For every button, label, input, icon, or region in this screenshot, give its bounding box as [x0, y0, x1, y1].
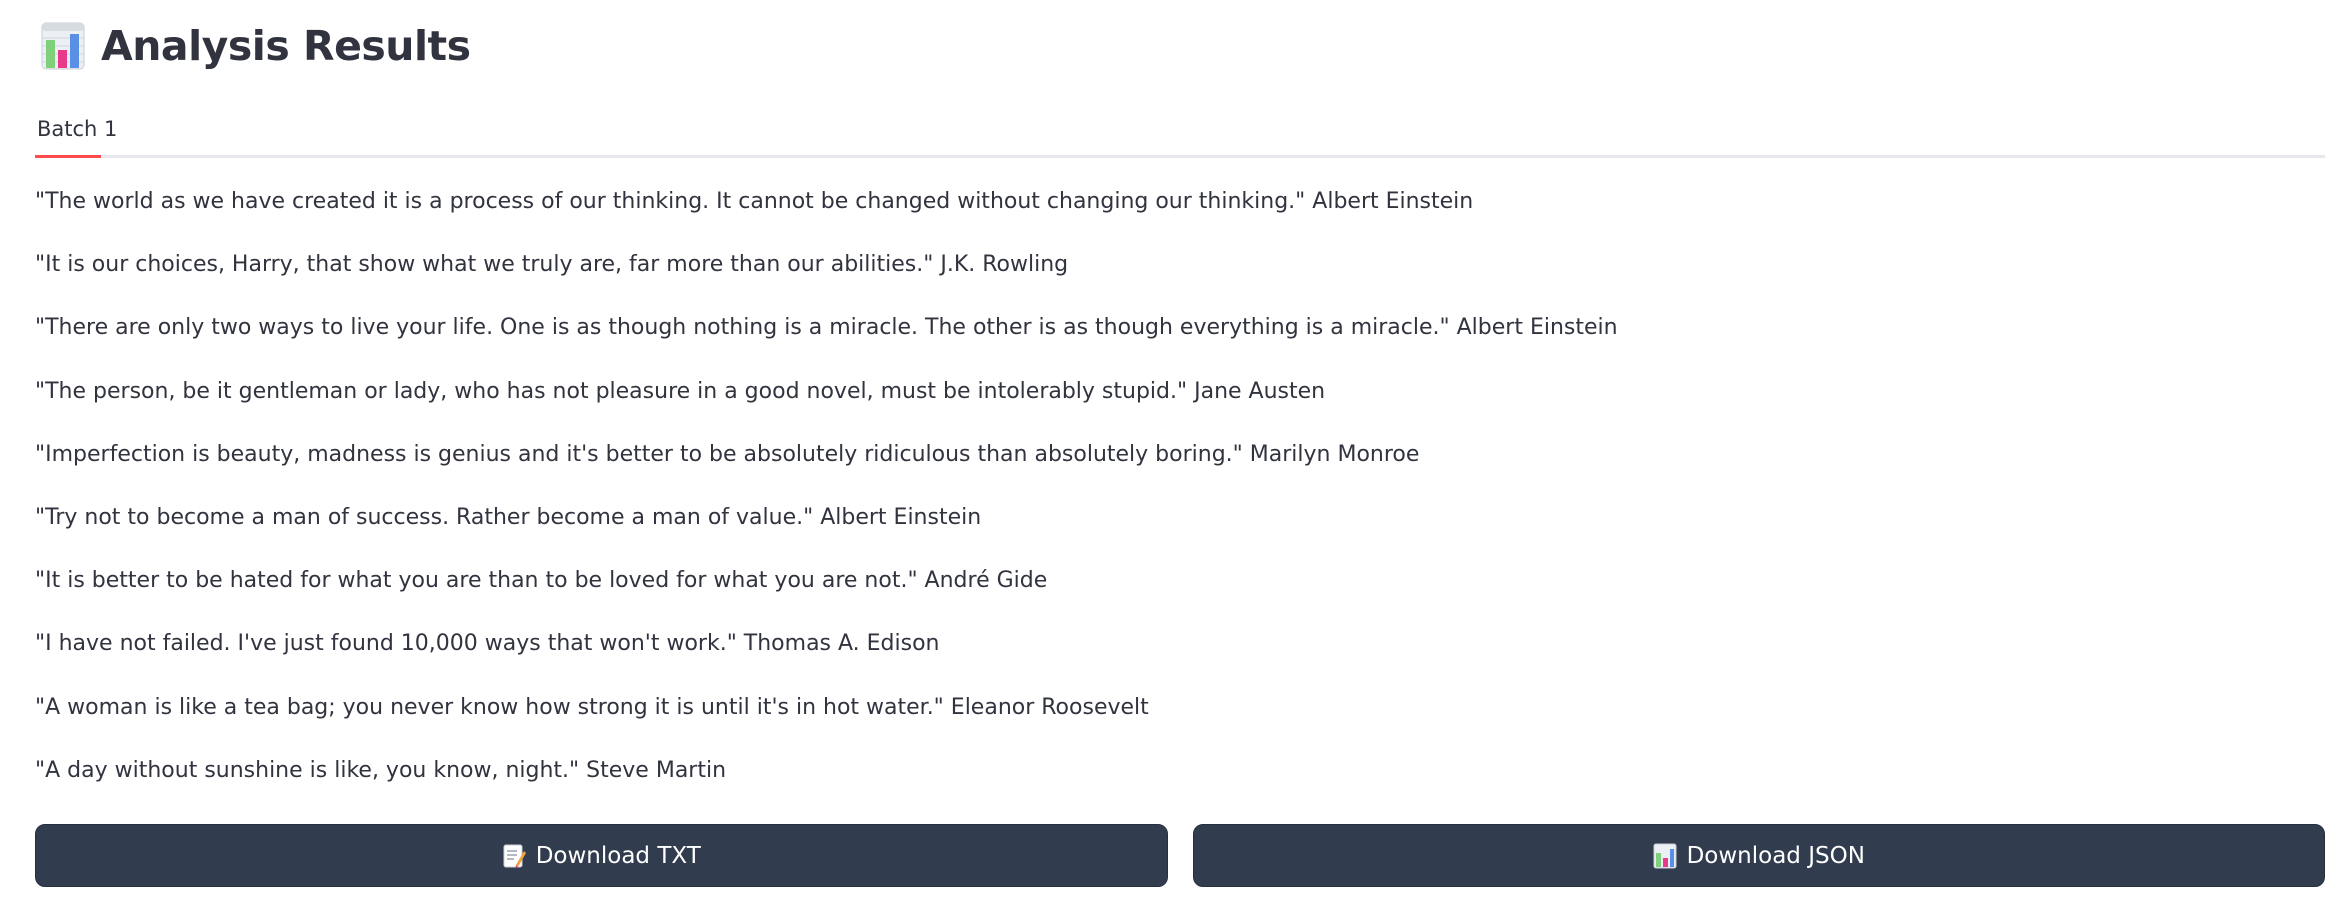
tab-batch-1[interactable]: Batch 1 — [35, 100, 119, 158]
quote-item: "The world as we have created it is a pr… — [35, 189, 1474, 214]
quote-item: "A day without sunshine is like, you kno… — [35, 757, 727, 783]
download-json-button[interactable]: Download JSON — [1192, 824, 2325, 887]
bar-chart-icon — [1653, 843, 1677, 868]
download-txt-label: Download TXT — [535, 842, 701, 869]
quote-item: "A woman is like a tea bag; you never kn… — [35, 694, 1149, 720]
memo-icon — [503, 844, 526, 868]
page-header: Analysis Results — [41, 20, 471, 72]
quote-item: "The person, be it gentleman or lady, wh… — [35, 378, 1326, 404]
active-tab-indicator — [35, 155, 101, 158]
tab-bar: Batch 1 — [35, 100, 2325, 158]
bar-chart-icon — [41, 22, 85, 70]
quote-item: "It is our choices, Harry, that show wha… — [35, 252, 1069, 278]
download-json-label: Download JSON — [1686, 842, 1865, 869]
quote-item: "Imperfection is beauty, madness is geni… — [35, 441, 1420, 467]
quote-item: "I have not failed. I've just found 10,0… — [35, 631, 940, 657]
quote-item: "It is better to be hated for what you a… — [35, 568, 1048, 594]
download-button-row: Download TXT Download JSON — [35, 824, 2325, 887]
quote-item: "Try not to become a man of success. Rat… — [35, 504, 982, 530]
page-title: Analysis Results — [101, 22, 471, 70]
quote-item: "There are only two ways to live your li… — [35, 315, 1618, 341]
download-txt-button[interactable]: Download TXT — [35, 824, 1168, 887]
quote-list: "The world as we have created it is a pr… — [35, 174, 2325, 806]
